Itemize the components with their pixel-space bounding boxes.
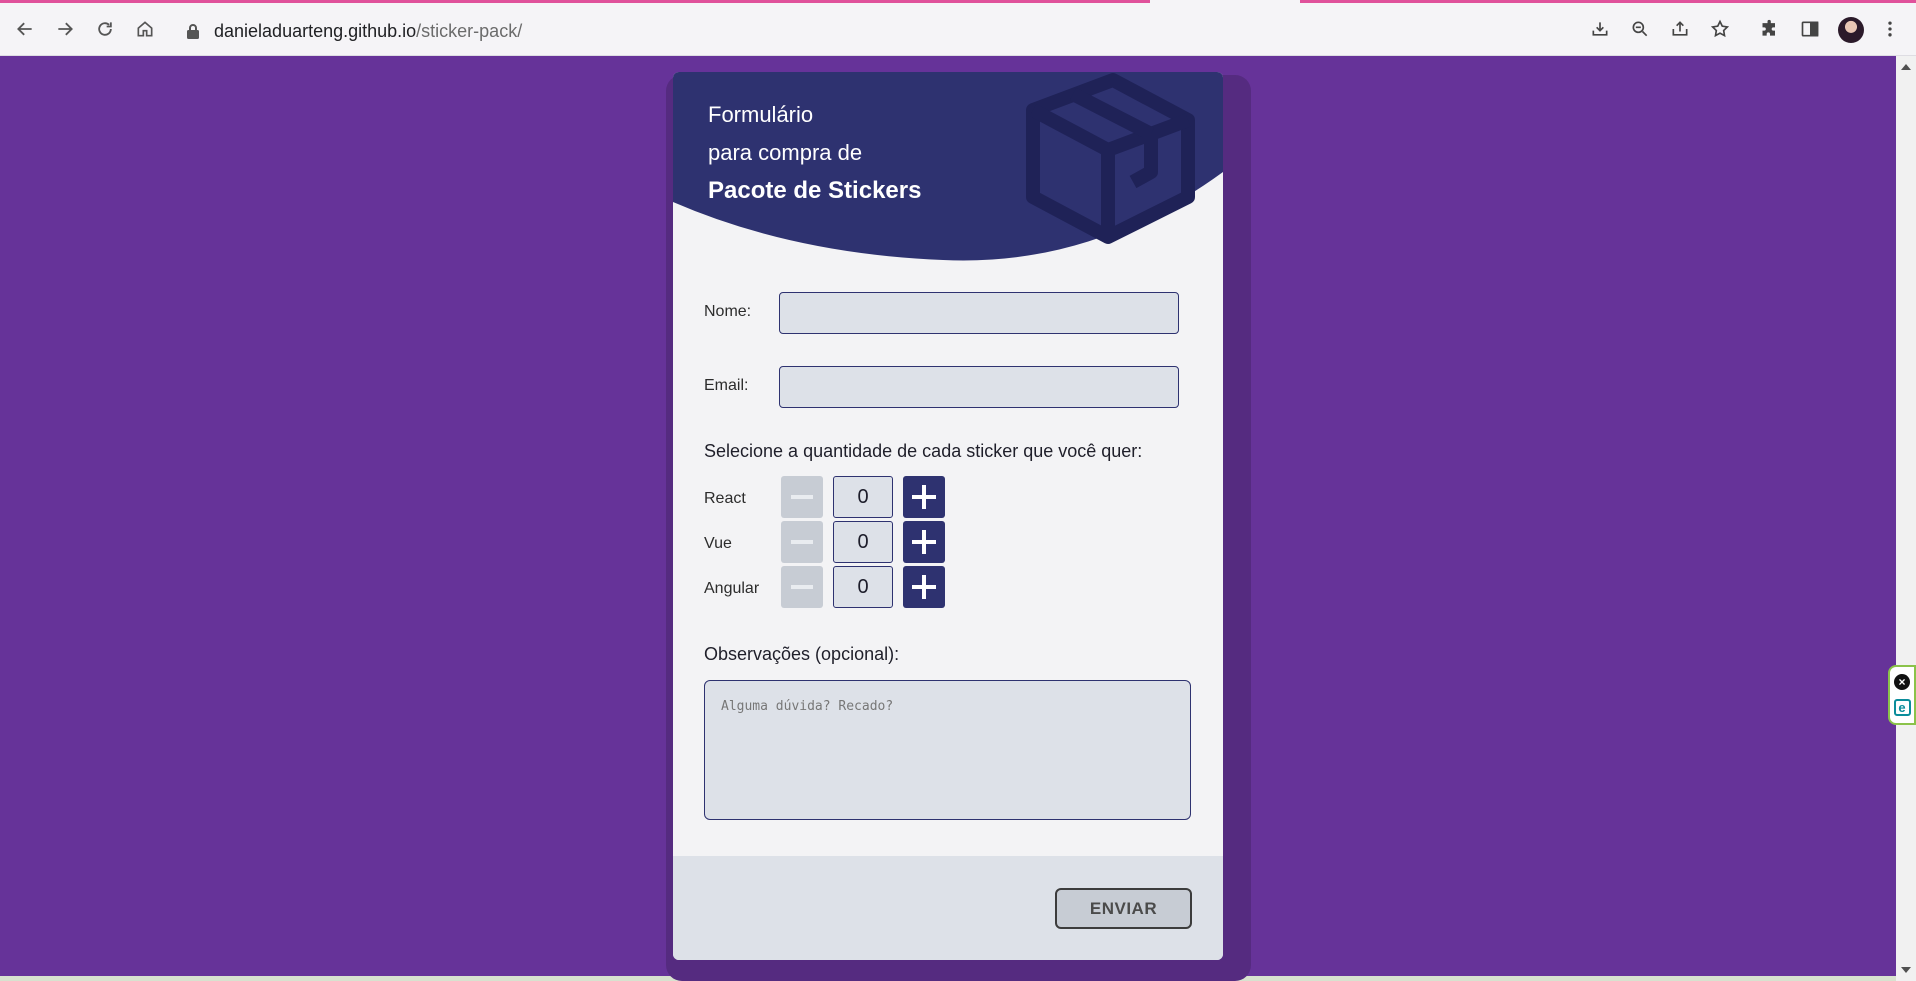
form-title-line-2: para compra de — [708, 140, 863, 165]
close-icon[interactable]: × — [1894, 674, 1910, 691]
home-icon — [137, 21, 153, 37]
notes-textarea[interactable]: Alguma dúvida? Recado? — [704, 680, 1191, 820]
sticker-label-vue: Vue — [704, 535, 732, 552]
angular-increment-button[interactable] — [903, 566, 945, 608]
scroll-up-arrow[interactable] — [1901, 64, 1911, 70]
order-form-card: Formulário para compra de Pacote de Stic… — [673, 72, 1223, 960]
form-footer: ENVIAR — [673, 856, 1223, 960]
share-icon — [1672, 21, 1688, 36]
react-decrement-button[interactable] — [781, 476, 823, 518]
vue-increment-button[interactable] — [903, 521, 945, 563]
name-label: Nome: — [704, 303, 752, 320]
download-icon — [1592, 22, 1608, 36]
address-bar[interactable]: danieladuarteng.github.io/sticker-pack/ — [186, 19, 522, 43]
puzzle-icon — [1762, 19, 1775, 36]
profile-avatar[interactable] — [1838, 17, 1864, 43]
sticker-label-angular: Angular — [704, 580, 760, 597]
kebab-menu-icon — [1888, 21, 1892, 37]
minus-icon — [791, 540, 813, 544]
reload-button[interactable] — [89, 13, 121, 45]
extension-e-icon[interactable]: e — [1893, 698, 1911, 716]
stickers-title: Selecione a quantidade de cada sticker q… — [704, 441, 1143, 461]
url-path: /sticker-pack/ — [416, 20, 523, 41]
notes-label: Observações (opcional): — [704, 644, 900, 664]
extension-widget[interactable]: × e — [1888, 665, 1916, 725]
zoom-button[interactable] — [1626, 15, 1654, 43]
react-increment-button[interactable] — [903, 476, 945, 518]
header-wave — [673, 72, 1223, 261]
zoom-out-icon — [1632, 21, 1648, 37]
email-input[interactable] — [779, 366, 1179, 408]
minus-icon — [791, 585, 813, 589]
form-title-line-3: Pacote de Stickers — [708, 177, 922, 204]
install-app-button[interactable] — [1586, 15, 1614, 43]
browser-menu-button[interactable] — [1876, 15, 1904, 43]
reload-icon — [98, 22, 112, 36]
name-input[interactable] — [779, 292, 1179, 334]
submit-button[interactable]: ENVIAR — [1055, 888, 1192, 929]
browser-toolbar: danieladuarteng.github.io/sticker-pack/ — [0, 3, 1916, 56]
forward-arrow-icon — [58, 22, 73, 36]
home-button[interactable] — [129, 13, 161, 45]
url-host: danieladuarteng.github.io — [214, 20, 417, 41]
lock-icon — [187, 24, 199, 39]
angular-quantity-input[interactable]: 0 — [833, 566, 893, 608]
forward-button[interactable] — [49, 13, 81, 45]
extensions-button[interactable] — [1756, 15, 1784, 43]
minus-icon — [791, 495, 813, 499]
share-button[interactable] — [1666, 15, 1694, 43]
vue-decrement-button[interactable] — [781, 521, 823, 563]
react-quantity-input[interactable]: 0 — [833, 476, 893, 518]
vue-quantity-input[interactable]: 0 — [833, 521, 893, 563]
star-icon — [1710, 19, 1730, 38]
angular-decrement-button[interactable] — [781, 566, 823, 608]
back-arrow-icon — [17, 22, 32, 36]
bookmark-button[interactable] — [1706, 15, 1734, 43]
page-scrollbar[interactable] — [1896, 56, 1916, 981]
scroll-down-arrow[interactable] — [1901, 967, 1911, 973]
form-title-line-1: Formulário — [708, 102, 814, 127]
form-header: Formulário para compra de Pacote de Stic… — [673, 72, 1223, 262]
sticker-label-react: React — [704, 490, 746, 507]
email-label: Email: — [704, 377, 749, 394]
side-panel-button[interactable] — [1796, 15, 1824, 43]
back-button[interactable] — [9, 13, 41, 45]
side-panel-icon — [1801, 21, 1819, 37]
